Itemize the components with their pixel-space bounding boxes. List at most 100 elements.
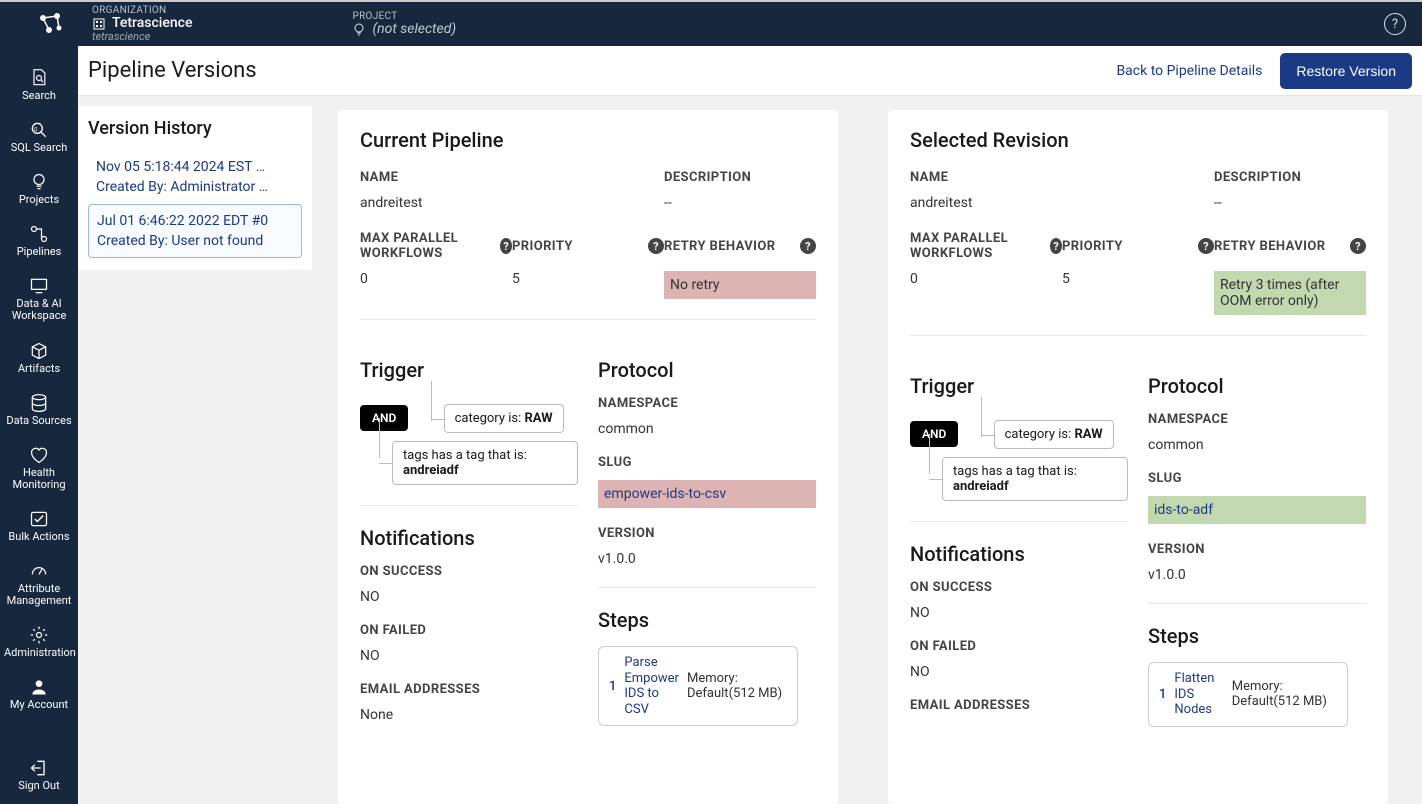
current-retry: No retry bbox=[664, 267, 816, 299]
org-name: Tetrascience bbox=[112, 16, 192, 31]
and-operator-chip: AND bbox=[910, 421, 958, 447]
label-version: VERSION bbox=[1148, 542, 1366, 557]
help-icon[interactable]: ? bbox=[1050, 238, 1062, 254]
label-priority: PRIORITY? bbox=[512, 231, 664, 261]
trigger-heading: Trigger bbox=[910, 374, 1128, 398]
content: Version History Nov 05 5:18:44 2024 EST … bbox=[78, 96, 1422, 804]
sidebar-item-bulk-actions[interactable]: Bulk Actions bbox=[2, 505, 76, 547]
step-name: Parse Empower IDS to CSV bbox=[624, 655, 679, 717]
label-namespace: NAMESPACE bbox=[598, 396, 816, 411]
current-namespace: common bbox=[598, 421, 816, 437]
label-on-success: ON SUCCESS bbox=[910, 580, 1128, 595]
divider bbox=[1148, 603, 1366, 604]
label-priority: PRIORITY? bbox=[1062, 231, 1214, 261]
sidebar-item-pipelines[interactable]: Pipelines bbox=[2, 220, 76, 262]
checklist-icon bbox=[29, 509, 49, 529]
cube-icon bbox=[29, 341, 49, 361]
step-memory: Memory: Default(512 MB) bbox=[687, 671, 787, 702]
sidebar-item-projects[interactable]: Projects bbox=[2, 168, 76, 210]
steps-heading: Steps bbox=[598, 608, 816, 632]
version-history-item[interactable]: Nov 05 5:18:44 2024 EST … Created By: Ad… bbox=[88, 151, 302, 204]
protocol-heading: Protocol bbox=[598, 358, 816, 382]
current-description: -- bbox=[664, 191, 816, 211]
help-icon[interactable]: ? bbox=[1350, 238, 1366, 254]
org-sub: tetrascience bbox=[92, 31, 192, 43]
sidebar-item-sign-out[interactable]: Sign Out bbox=[2, 754, 76, 796]
step-card[interactable]: 1 Parse Empower IDS to CSV Memory: Defau… bbox=[598, 646, 798, 726]
current-on-success: NO bbox=[360, 589, 578, 605]
help-icon[interactable]: ? bbox=[648, 238, 664, 254]
protocol-heading: Protocol bbox=[1148, 374, 1366, 398]
label-emails: EMAIL ADDRESSES bbox=[360, 682, 578, 697]
revision-version: v1.0.0 bbox=[1148, 567, 1366, 583]
sidebar-item-data-ai-workspace[interactable]: Data & AI Workspace bbox=[2, 272, 76, 326]
bulb-icon bbox=[29, 172, 49, 192]
sidebar-item-data-sources[interactable]: Data Sources bbox=[2, 389, 76, 431]
label-namespace: NAMESPACE bbox=[1148, 412, 1366, 427]
label-name: NAME bbox=[360, 170, 512, 185]
revision-max-parallel: 0 bbox=[910, 267, 1062, 315]
building-icon bbox=[92, 16, 106, 30]
current-pipeline-title: Current Pipeline bbox=[360, 128, 816, 152]
notifications-heading: Notifications bbox=[360, 526, 578, 550]
label-on-failed: ON FAILED bbox=[910, 639, 1128, 654]
selected-revision-title: Selected Revision bbox=[910, 128, 1366, 152]
current-name: andreitest bbox=[360, 191, 512, 211]
step-name: Flatten IDS Nodes bbox=[1174, 671, 1223, 718]
logo[interactable] bbox=[12, 10, 90, 38]
divider bbox=[598, 587, 816, 588]
heart-icon bbox=[29, 445, 49, 465]
main: Pipeline Versions Back to Pipeline Detai… bbox=[78, 46, 1422, 804]
user-icon bbox=[29, 677, 49, 697]
restore-version-button[interactable]: Restore Version bbox=[1280, 53, 1412, 89]
trigger-condition: tags has a tag that is: andreiadf bbox=[392, 441, 578, 485]
revision-name: andreitest bbox=[910, 191, 1062, 211]
sidebar-item-health-monitoring[interactable]: Health Monitoring bbox=[2, 441, 76, 495]
label-retry: RETRY BEHAVIOR? bbox=[664, 231, 816, 261]
sidebar-item-artifacts[interactable]: Artifacts bbox=[2, 337, 76, 379]
trigger-heading: Trigger bbox=[360, 358, 578, 382]
revision-retry: Retry 3 times (after OOM error only) bbox=[1214, 267, 1366, 315]
sidebar-item-search[interactable]: Search bbox=[2, 64, 76, 106]
svg-text:Q: Q bbox=[34, 127, 38, 133]
monitor-icon bbox=[29, 276, 49, 296]
help-icon[interactable]: ? bbox=[1198, 238, 1214, 254]
sql-icon: Q bbox=[29, 120, 49, 140]
body: Search Q SQL Search Projects Pipelines D… bbox=[0, 46, 1422, 804]
back-to-pipeline-details-link[interactable]: Back to Pipeline Details bbox=[1116, 63, 1262, 79]
divider bbox=[910, 521, 1128, 522]
bulb-icon bbox=[352, 22, 366, 36]
steps-heading: Steps bbox=[1148, 624, 1366, 648]
version-history-item-selected[interactable]: Jul 01 6:46:22 2022 EDT #0 Created By: U… bbox=[88, 204, 302, 259]
trigger-tree: AND category is: RAW tags has a tag that… bbox=[910, 412, 1128, 501]
revision-namespace: common bbox=[1148, 437, 1366, 453]
help-icon[interactable]: ? bbox=[500, 238, 512, 254]
sidebar: Search Q SQL Search Projects Pipelines D… bbox=[0, 46, 78, 804]
help-icon[interactable]: ? bbox=[800, 238, 816, 254]
sidebar-item-sql-search[interactable]: Q SQL Search bbox=[2, 116, 76, 158]
label-description: DESCRIPTION bbox=[1214, 170, 1366, 185]
project-selector[interactable]: PROJECT (not selected) bbox=[352, 11, 456, 37]
label-max-parallel: MAX PARALLEL WORKFLOWS? bbox=[910, 231, 1062, 261]
sidebar-item-my-account[interactable]: My Account bbox=[2, 673, 76, 715]
label-emails: EMAIL ADDRESSES bbox=[910, 698, 1128, 713]
label-slug: SLUG bbox=[1148, 471, 1366, 486]
sidebar-item-administration[interactable]: Administration bbox=[2, 621, 76, 663]
sidebar-item-attribute-management[interactable]: Attribute Management bbox=[2, 557, 76, 611]
revision-on-success: NO bbox=[910, 605, 1128, 621]
trigger-condition: tags has a tag that is: andreiadf bbox=[942, 457, 1128, 501]
help-icon[interactable]: ? bbox=[1384, 13, 1406, 35]
step-card[interactable]: 1 Flatten IDS Nodes Memory: Default(512 … bbox=[1148, 662, 1348, 727]
revision-description: -- bbox=[1214, 191, 1366, 211]
trigger-condition: category is: RAW bbox=[444, 404, 564, 433]
revision-slug: ids-to-adf bbox=[1148, 496, 1366, 524]
label-retry: RETRY BEHAVIOR? bbox=[1214, 231, 1366, 261]
pipeline-icon bbox=[29, 224, 49, 244]
current-max-parallel: 0 bbox=[360, 267, 512, 299]
organization-selector[interactable]: ORGANIZATION Tetrascience tetrascience bbox=[92, 5, 192, 43]
page-title: Pipeline Versions bbox=[88, 58, 1108, 83]
label-description: DESCRIPTION bbox=[664, 170, 816, 185]
divider bbox=[910, 335, 1366, 336]
project-value: (not selected) bbox=[372, 22, 456, 37]
label-max-parallel: MAX PARALLEL WORKFLOWS? bbox=[360, 231, 512, 261]
